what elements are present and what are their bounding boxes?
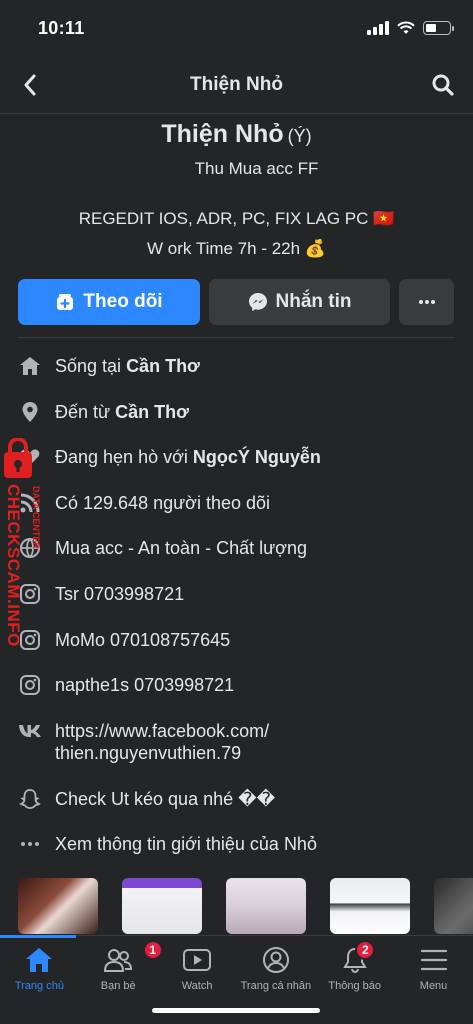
info-prefix: Sống tại [55,356,127,376]
message-label: Nhắn tin [275,291,352,312]
follow-label: Theo dõi [83,291,163,312]
vk-link-line: thien.nguyenvuthien.79 [55,742,242,763]
info-value[interactable]: NgọcÝ Nguyễn [193,447,321,467]
profile-name: Thiện Nhỏ [161,120,284,148]
watch-icon [183,949,212,971]
profile-subtitle: Thu Mua acc FF [194,159,319,178]
watermark-logo: DATA CENTER CHECKSCAM.INFO [4,438,41,647]
tab-label: Thông báo [328,980,382,992]
battery-icon [423,21,454,35]
watermark-sub: DATA CENTER [31,486,41,549]
tab-label: Trang cá nhân [240,980,312,992]
profile-alternate-name: (Ý) [287,126,312,146]
friends-icon [104,949,133,972]
nav-bar: Thiện Nhỏ [0,56,473,114]
home-icon [26,948,53,972]
info-from: Đến từ Cần Thơ [0,388,473,434]
info-value[interactable]: Cần Thơ [115,402,189,422]
info-text: Có 129.648 người theo dõi [55,492,271,513]
info-text: napthe1s 0703998721 [55,675,235,696]
message-button[interactable]: Nhắn tin [209,279,390,325]
home-indicator [152,1008,320,1013]
status-time: 10:11 [38,17,85,38]
more-dots-icon [418,300,435,304]
home-icon [18,354,42,378]
tab-friends[interactable]: 1 Bạn bè [79,936,163,1024]
tab-label: Bạn bè [100,980,136,992]
vk-link-line: https://www.facebook.com/ [55,720,270,741]
info-text: Tsr 0703998721 [55,583,185,604]
location-pin-icon [18,400,42,424]
info-vk-link[interactable]: https://www.facebook.com/thien.nguyenvut… [0,707,473,775]
messenger-icon [248,293,267,311]
back-button[interactable] [16,71,44,99]
info-text: Mua acc - An toàn - Chất lượng [55,538,307,559]
tab-label: Trang chủ [14,980,64,992]
search-icon [432,74,454,96]
nav-title: Thiện Nhỏ [190,73,283,95]
divider [18,337,455,338]
profile-icon [262,947,289,973]
follow-button[interactable]: Theo dõi [18,279,200,325]
info-instagram[interactable]: MoMo 070108757645 [0,616,473,662]
info-prefix: Đến từ [55,401,116,422]
more-dots-icon [18,832,42,856]
info-prefix: Đang hẹn hò với [55,447,193,468]
signal-icon [367,21,389,35]
info-value[interactable]: Cần Thơ [126,356,200,376]
info-snapchat[interactable]: Check Ut kéo qua nhé �� [0,775,473,821]
info-lives-in: Sống tại Cần Thơ [0,342,473,388]
featured-photo[interactable] [330,878,410,934]
info-relationship: Đang hẹn hò với NgọcÝ Nguyễn [0,433,473,479]
tab-notifications[interactable]: 2 Thông báo [315,936,394,1024]
intro-info-list: Sống tại Cần Thơ Đến từ Cần Thơ Đang hẹn… [0,342,473,866]
status-bar: 10:11 [0,0,473,56]
notifications-badge: 2 [355,940,376,960]
status-icons [367,21,454,35]
wifi-icon [397,21,415,34]
tab-home[interactable]: Trang chủ [0,936,79,1024]
info-followers[interactable]: Có 129.648 người theo dõi [0,479,473,525]
see-more-about[interactable]: Xem thông tin giới thiệu của Nhỏ [0,820,473,866]
info-instagram[interactable]: napthe1s 0703998721 [0,661,473,707]
info-text: MoMo 070108757645 [55,629,231,650]
see-more-label: Xem thông tin giới thiệu của Nhỏ [55,834,317,855]
tab-label: Watch [181,980,213,992]
vk-icon [18,719,42,743]
featured-photo[interactable] [434,878,473,934]
hamburger-menu-icon [420,949,447,971]
featured-photo[interactable] [18,878,98,934]
bio-line: W ork Time 7h - 22h 💰 [147,239,326,258]
follow-plus-icon [57,294,74,310]
info-text: Check Ut kéo qua nhé �� [55,788,276,809]
instagram-icon [18,673,42,697]
featured-photos [0,878,473,934]
more-options-button[interactable] [399,279,454,325]
chevron-left-icon [24,74,36,95]
featured-photo[interactable] [122,878,202,934]
profile-actions: Theo dõi Nhắn tin [0,279,473,325]
search-button[interactable] [429,71,457,99]
info-tagline: Mua acc - An toàn - Chất lượng [0,524,473,570]
featured-photo[interactable] [226,878,306,934]
profile-header: Thiện Nhỏ (Ý) [0,120,473,149]
bio-line: REGEDIT IOS, ADR, PC, FIX LAG PC 🇻🇳 [78,209,395,228]
tab-label: Menu [419,980,448,992]
watermark-main: CHECKSCAM.INFO [4,484,23,647]
tab-menu[interactable]: Menu [394,936,473,1024]
info-instagram[interactable]: Tsr 0703998721 [0,570,473,616]
snapchat-icon [18,787,42,811]
